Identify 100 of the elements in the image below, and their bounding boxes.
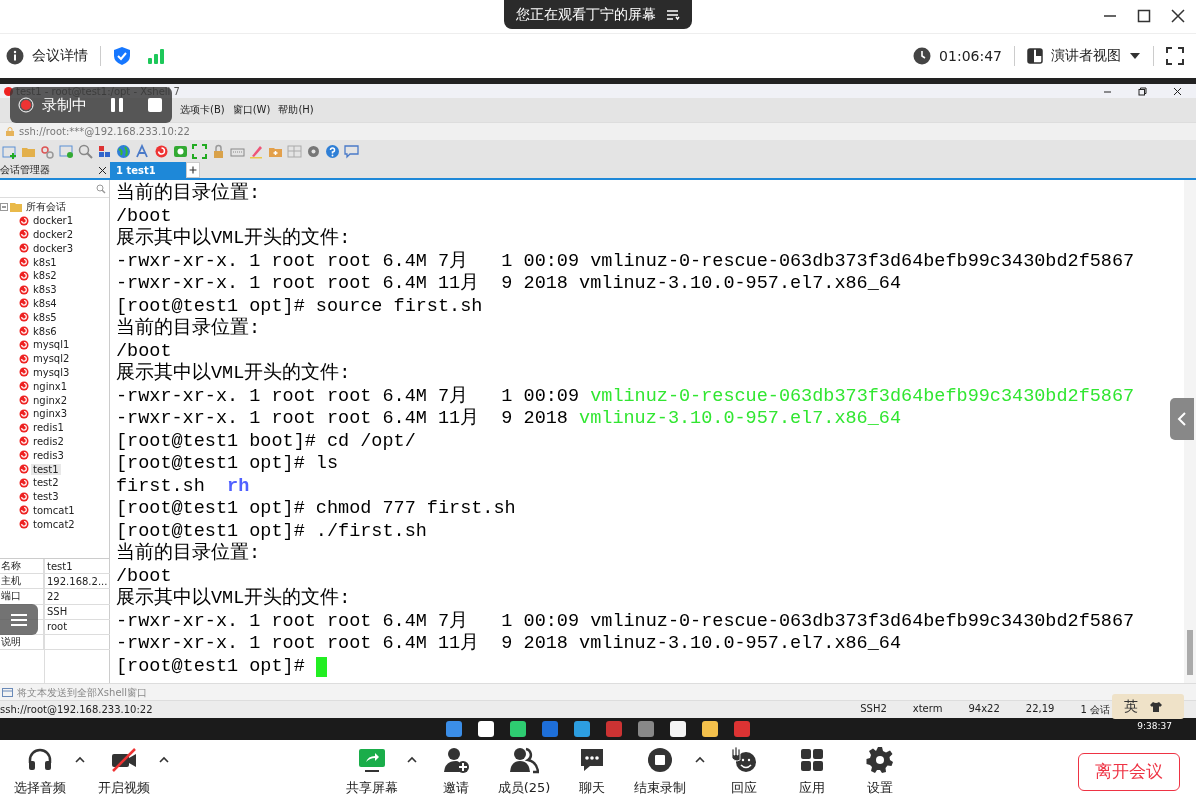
menu-item[interactable]: 窗口(W) [232, 103, 271, 117]
restore-icon[interactable] [1138, 86, 1147, 96]
shield-check-icon[interactable] [113, 46, 131, 66]
info-icon[interactable] [6, 47, 24, 65]
terminal-line: /boot [116, 205, 172, 227]
app-icon[interactable] [510, 721, 526, 737]
leave-meeting-button[interactable]: 离开会议 [1078, 752, 1180, 791]
help-icon[interactable] [325, 143, 340, 159]
dropdown-caret-icon[interactable] [1129, 52, 1141, 60]
tree-item[interactable]: k8s4 [31, 297, 59, 309]
tree-item[interactable]: nginx2 [31, 394, 70, 406]
tree-item[interactable]: tomcat2 [31, 518, 77, 530]
shirt-icon[interactable] [1150, 700, 1162, 713]
maximize-icon[interactable] [1136, 8, 1152, 24]
app-icon[interactable] [542, 721, 558, 737]
floating-menu-button[interactable] [0, 604, 38, 635]
collapse-icon[interactable] [0, 202, 8, 211]
stop-record-icon [646, 746, 674, 774]
toolbar-button[interactable]: 选择音频 [6, 746, 74, 797]
toolbar-button[interactable]: 邀请 [422, 746, 490, 797]
ime-mode[interactable]: 英 [1124, 697, 1138, 716]
chevron-left-icon[interactable] [1177, 411, 1187, 427]
address-field[interactable]: ssh://root:***@192.168.233.10:22 [19, 126, 190, 137]
toolbar-button[interactable]: 开启视频 [90, 746, 158, 797]
caret-icon[interactable] [406, 756, 418, 764]
toolbar-button[interactable]: 回应 [710, 746, 778, 797]
tree-item[interactable]: 所有会话 [24, 199, 68, 214]
caret-icon[interactable] [694, 756, 706, 764]
rounded-square-icon[interactable] [173, 143, 188, 159]
search-icon[interactable] [96, 183, 106, 194]
toolbar-button[interactable]: 应用 [778, 746, 846, 797]
terminal-line: 当前的目录位置: [116, 543, 261, 566]
tree-item[interactable]: redis1 [31, 422, 66, 434]
app-icon[interactable] [606, 721, 622, 737]
caret-icon[interactable] [74, 756, 86, 764]
tree-item[interactable]: mysql2 [31, 353, 72, 365]
gear-icon[interactable] [306, 143, 321, 159]
tree-item[interactable]: k8s3 [31, 284, 59, 296]
new-window-icon[interactable] [2, 143, 17, 159]
ime-indicator[interactable]: 英 [1112, 694, 1184, 719]
swirl-icon[interactable] [154, 143, 169, 159]
compose-input[interactable]: 将文本发送到全部Xshell窗口 [17, 686, 317, 698]
toolbar-button[interactable]: 共享屏幕 [338, 746, 406, 797]
tree-item[interactable]: docker3 [31, 242, 76, 254]
close-icon[interactable] [1173, 86, 1182, 96]
menu-item[interactable]: 选项卡(B) [180, 103, 225, 117]
side-panel-handle[interactable] [1170, 398, 1194, 440]
globe-icon[interactable] [116, 143, 131, 159]
app-icon[interactable] [734, 721, 750, 737]
toolbar-button[interactable]: 设置 [846, 746, 914, 797]
pause-icon[interactable] [109, 97, 125, 113]
tree-item[interactable]: k8s2 [31, 270, 59, 282]
tree-item[interactable]: k8s5 [31, 311, 59, 323]
app-icon[interactable] [638, 721, 654, 737]
tree-item[interactable]: redis2 [31, 435, 66, 447]
meeting-info-link[interactable]: 会议详情 [32, 47, 88, 65]
pen-icon[interactable] [249, 143, 264, 159]
toolbar-button[interactable]: 结束录制 [626, 746, 694, 797]
gear-window-icon[interactable] [59, 143, 74, 159]
tree-item[interactable]: test3 [31, 491, 61, 503]
tree-item[interactable]: nginx1 [31, 380, 70, 392]
tree-item[interactable]: tomcat1 [31, 504, 77, 516]
toolbar-button[interactable]: 聊天 [558, 746, 626, 797]
speech-bubble-icon[interactable] [344, 143, 359, 159]
close-icon[interactable] [99, 166, 106, 174]
app-icon[interactable] [446, 721, 462, 737]
menu-item[interactable]: 帮助(H) [278, 103, 314, 117]
view-mode-dropdown[interactable]: 演讲者视图 [1051, 47, 1121, 65]
tree-item[interactable]: k8s1 [31, 256, 59, 268]
meeting-timer: 01:06:47 [939, 48, 1002, 64]
layout-icon[interactable] [1027, 48, 1043, 64]
app-icon[interactable] [702, 721, 718, 737]
link-icon[interactable] [40, 143, 55, 159]
tree-item[interactable]: test1 [31, 463, 61, 475]
terminal-line: -rwxr-xr-x. 1 root root 6.4M 7月 1 00:09 vmlinuz-0-rescue-063db373f3d64befb99c3430bd2f5867 [116, 250, 1135, 273]
tree-item[interactable]: mysql1 [31, 339, 72, 351]
menu-icon[interactable] [10, 612, 28, 627]
color-blocks-icon[interactable] [97, 143, 112, 159]
tree-item[interactable]: docker1 [31, 215, 76, 227]
close-icon[interactable] [1170, 8, 1186, 24]
tree-item[interactable]: test2 [31, 477, 61, 489]
app-icon[interactable] [574, 721, 590, 737]
session-tab[interactable]: 1 test1 [110, 162, 186, 178]
lock-icon[interactable] [211, 143, 226, 159]
tree-item[interactable]: nginx3 [31, 408, 70, 420]
app-icon[interactable] [478, 721, 494, 737]
app-icon[interactable] [670, 721, 686, 737]
caret-icon[interactable] [158, 756, 170, 764]
tree-item[interactable]: redis3 [31, 449, 66, 461]
toolbar-button[interactable]: 成员(25) [490, 746, 558, 797]
stop-icon[interactable] [147, 97, 163, 113]
signal-icon[interactable] [147, 48, 165, 64]
tree-item[interactable]: docker2 [31, 229, 76, 240]
fullscreen-icon[interactable] [1166, 47, 1184, 65]
tree-item[interactable]: k8s6 [31, 325, 59, 337]
font-icon[interactable] [135, 143, 150, 159]
plus-icon[interactable] [186, 162, 200, 178]
list-icon[interactable] [666, 8, 680, 21]
tree-item[interactable]: mysql3 [31, 366, 72, 378]
search-icon[interactable] [78, 143, 93, 159]
